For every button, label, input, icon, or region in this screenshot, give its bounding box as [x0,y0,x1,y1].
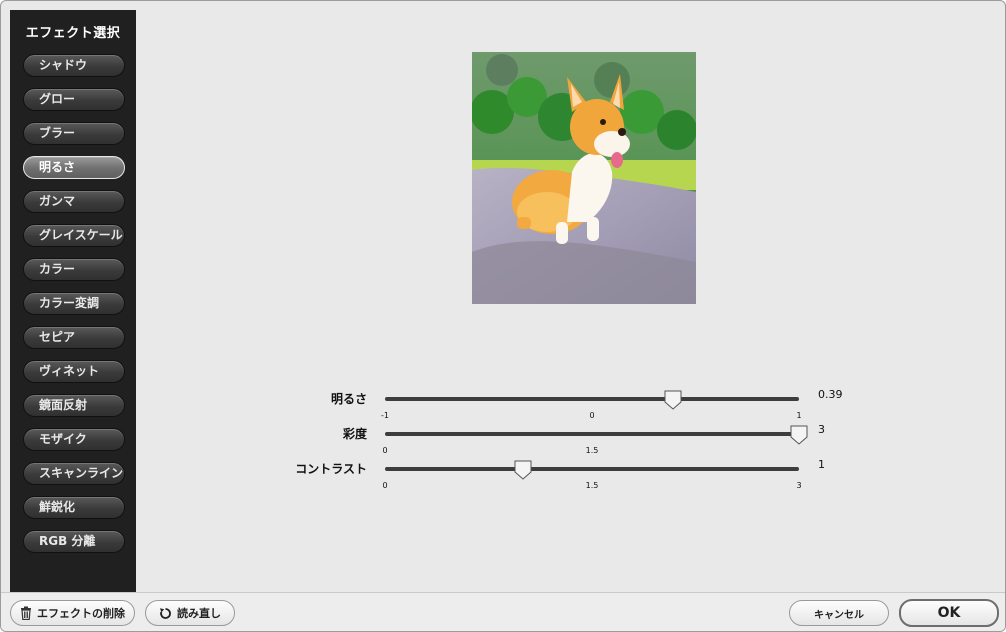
saturation-value: 3 [818,423,825,436]
brightness-tick-mid: 0 [589,411,595,420]
saturation-tick-min: 0 [382,446,388,455]
cancel-button[interactable]: キャンセル [789,600,889,626]
brightness-tick-min: -1 [381,411,389,420]
brightness-label: 明るさ [330,392,367,406]
reload-icon [159,607,172,620]
effect-glow-button[interactable]: グロー [23,88,125,111]
sidebar-title: エフェクト選択 [25,26,121,41]
contrast-label: コントラスト [295,462,367,476]
effect-brightness-button[interactable]: 明るさ [23,156,125,179]
brightness-value: 0.39 [818,388,843,401]
contrast-value: 1 [818,458,825,471]
cancel-label: キャンセル [814,609,864,621]
brightness-slider-row: 明るさ -1 0 1 0.39 [1,388,1005,420]
brightness-tick-max: 1 [796,411,802,420]
delete-effect-button[interactable]: エフェクトの削除 [10,600,135,626]
effect-sidebar: エフェクト選択 シャドウ グロー ブラー 明るさ ガンマ グレイスケール カラー… [10,10,145,592]
saturation-label: 彩度 [342,427,367,441]
effect-blur-button[interactable]: ブラー [23,122,125,145]
effect-vignette-button[interactable]: ヴィネット [23,360,125,383]
effect-sepia-button[interactable]: セピア [23,326,125,349]
reload-button[interactable]: 読み直し [145,600,235,626]
selection-indicator [136,161,145,175]
brightness-slider[interactable]: -1 0 1 [381,390,802,420]
effect-gamma-button[interactable]: ガンマ [23,190,125,213]
trash-icon [20,606,32,620]
delete-effect-label: エフェクトの削除 [37,607,125,620]
reload-label: 読み直し [177,607,221,620]
saturation-slider-row: 彩度 0 1.5 3 [1,423,1005,455]
ok-button[interactable]: OK [899,599,999,627]
effect-color-button[interactable]: カラー [23,258,125,281]
contrast-tick-mid: 1.5 [585,481,599,490]
effect-rgb-split-button[interactable]: RGB 分離 [23,530,125,553]
brightness-slider-thumb[interactable] [664,390,682,410]
image-preview [472,52,696,304]
contrast-slider-row: コントラスト 0 1.5 3 1 [1,458,1005,490]
saturation-slider[interactable]: 0 1.5 [382,425,808,455]
effect-dialog: エフェクト選択 シャドウ グロー ブラー 明るさ ガンマ グレイスケール カラー… [0,0,1006,632]
effect-color-modulation-button[interactable]: カラー変調 [23,292,125,315]
contrast-slider-thumb[interactable] [514,460,532,480]
saturation-tick-mid: 1.5 [585,446,599,455]
contrast-tick-min: 0 [382,481,388,490]
contrast-slider[interactable]: 0 1.5 3 [382,460,802,490]
effect-grayscale-button[interactable]: グレイスケール [23,224,125,247]
saturation-slider-thumb[interactable] [790,425,808,445]
ok-label: OK [937,605,961,621]
corgi-photo [472,52,696,304]
effect-sharpen-button[interactable]: 鮮鋭化 [23,496,125,519]
dialog-footer: エフェクトの削除 読み直し キャンセル OK [1,592,1005,631]
effect-shadow-button[interactable]: シャドウ [23,54,125,77]
contrast-tick-max: 3 [796,481,802,490]
